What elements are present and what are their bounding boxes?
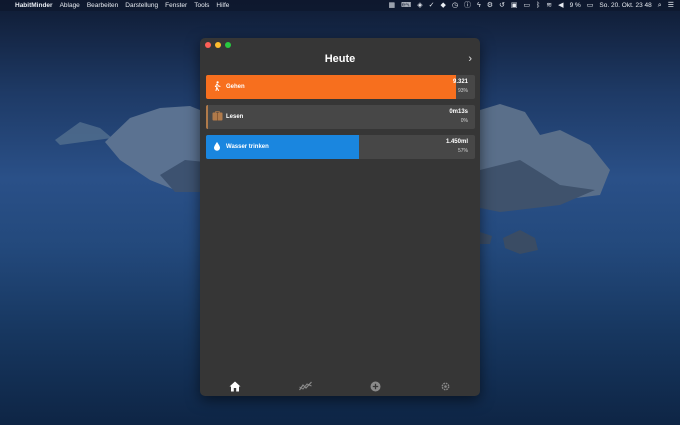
status-box-icon[interactable]: ▣ xyxy=(511,0,518,11)
status-airplay-icon[interactable]: ▭ xyxy=(523,0,530,11)
book-icon xyxy=(211,111,223,123)
page-title: Heute xyxy=(324,53,356,65)
status-wifi-icon[interactable]: ≋ xyxy=(546,0,552,11)
habit-row-gehen[interactable]: Gehen 9.321 93% xyxy=(206,75,475,99)
habit-name: Lesen xyxy=(226,114,244,120)
spotlight-search-icon[interactable]: ⌕ xyxy=(658,0,662,11)
settings-icon xyxy=(441,382,449,390)
menu-tools[interactable]: Tools xyxy=(194,0,209,11)
status-bluetooth-icon[interactable]: ᛒ xyxy=(536,0,540,11)
control-center-icon[interactable]: ☰ xyxy=(668,0,674,11)
tab-settings[interactable] xyxy=(435,379,455,393)
window-close-button[interactable] xyxy=(205,42,211,48)
add-icon xyxy=(370,381,380,391)
tab-bar xyxy=(200,376,480,396)
status-gear-icon[interactable]: ⚙ xyxy=(487,0,493,11)
window-controls xyxy=(205,42,235,48)
status-check-icon[interactable]: ✓ xyxy=(429,0,435,11)
tab-add[interactable] xyxy=(365,379,385,393)
habit-name: Gehen xyxy=(226,84,245,90)
tab-statistics[interactable] xyxy=(295,379,315,393)
water-drop-icon xyxy=(211,141,223,153)
status-keyboard-icon[interactable]: ⌨ xyxy=(401,0,411,11)
status-battery-percent: 9 % xyxy=(569,2,581,9)
status-app-icon[interactable]: ▦ xyxy=(388,0,395,11)
menu-ablage[interactable]: Ablage xyxy=(60,0,80,11)
status-info-icon[interactable]: ⓘ xyxy=(464,0,471,11)
habit-progress-fill xyxy=(206,105,208,129)
menu-bar: HabitMinder Ablage Bearbeiten Darstellun… xyxy=(0,0,680,11)
walking-person-icon xyxy=(211,81,223,93)
habit-name: Wasser trinken xyxy=(226,144,269,150)
habit-value: 0m13s xyxy=(449,109,468,115)
menu-bearbeiten[interactable]: Bearbeiten xyxy=(87,0,118,11)
window-minimize-button[interactable] xyxy=(215,42,221,48)
status-clock[interactable]: So. 20. Okt. 23 48 xyxy=(599,0,651,11)
tab-home[interactable] xyxy=(225,379,245,393)
habit-value: 9.321 xyxy=(452,79,468,85)
menu-fenster[interactable]: Fenster xyxy=(165,0,187,11)
chevron-right-icon[interactable]: › xyxy=(468,52,472,66)
menu-hilfe[interactable]: Hilfe xyxy=(216,0,229,11)
status-bolt-icon[interactable]: ϟ xyxy=(477,0,481,11)
status-time-icon[interactable]: ◷ xyxy=(452,0,458,11)
window-zoom-button[interactable] xyxy=(225,42,231,48)
habit-percent: 93% xyxy=(457,88,468,94)
habitminder-window: Heute › Gehen 9.321 93% Lesen 0m13s 0% W… xyxy=(200,38,480,396)
habit-row-wasser-trinken[interactable]: Wasser trinken 1.450ml 57% xyxy=(206,135,475,159)
home-icon xyxy=(229,381,241,391)
menu-app-name[interactable]: HabitMinder xyxy=(15,0,53,11)
chart-icon xyxy=(298,381,312,391)
habit-percent: 57% xyxy=(457,148,468,154)
habit-value: 1.450ml xyxy=(445,139,468,145)
habit-percent: 0% xyxy=(460,118,468,124)
status-dropbox-icon[interactable]: ◆ xyxy=(440,0,445,11)
status-volume-icon[interactable]: ◀ xyxy=(558,0,563,11)
menu-darstellung[interactable]: Darstellung xyxy=(125,0,158,11)
habit-row-lesen[interactable]: Lesen 0m13s 0% xyxy=(206,105,475,129)
status-shield-icon[interactable]: ◈ xyxy=(417,0,422,11)
status-battery-icon[interactable]: ▭ xyxy=(587,0,594,11)
status-history-icon[interactable]: ↺ xyxy=(499,0,505,11)
